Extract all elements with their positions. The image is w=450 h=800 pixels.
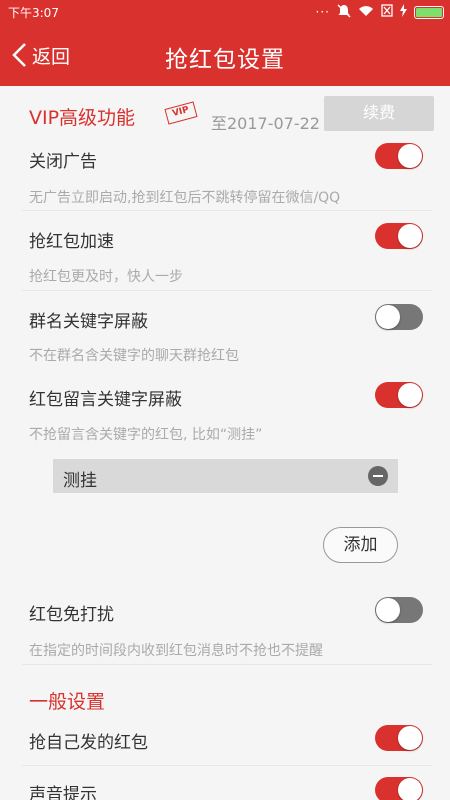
group-keyword-toggle[interactable] <box>375 304 423 330</box>
setting-close-ads-desc: 无广告立即启动,抢到红包后不跳转停留在微信/QQ <box>29 190 341 206</box>
toggle-knob <box>376 305 400 329</box>
setting-dnd-desc: 在指定的时间段内收到红包消息时不抢也不提醒 <box>29 643 323 659</box>
general-section-title: 一般设置 <box>29 691 106 713</box>
page-title: 抢红包设置 <box>165 47 285 73</box>
add-keyword-button[interactable]: 添加 <box>323 527 398 563</box>
status-time: 下午3:07 <box>8 6 59 20</box>
divider <box>22 290 432 291</box>
setting-group-keyword-label: 群名关键字屏蔽 <box>29 312 148 332</box>
mute-icon <box>337 3 351 21</box>
charging-icon <box>400 4 407 20</box>
vip-expire-date: 至2017-07-22 <box>211 114 320 133</box>
app-bar: 返回 抢红包设置 <box>0 24 450 86</box>
vip-section-title: VIP高级功能 <box>29 107 136 129</box>
message-keyword-toggle[interactable] <box>375 382 423 408</box>
setting-message-keyword-label: 红包留言关键字屏蔽 <box>29 390 182 410</box>
setting-speedup-label: 抢红包加速 <box>29 232 114 252</box>
status-bar: 下午3:07 ··· <box>0 0 450 24</box>
toggle-knob <box>398 383 422 407</box>
setting-message-keyword-desc: 不抢留言含关键字的红包, 比如“测挂” <box>29 427 263 443</box>
setting-grab-own-label: 抢自己发的红包 <box>29 733 148 753</box>
dnd-toggle[interactable] <box>375 597 423 623</box>
close-ads-toggle[interactable] <box>375 143 423 169</box>
grab-own-toggle[interactable] <box>375 725 423 751</box>
toggle-knob <box>398 224 422 248</box>
toggle-knob <box>398 144 422 168</box>
divider <box>22 765 432 766</box>
remove-keyword-icon[interactable] <box>368 466 388 486</box>
toggle-knob <box>376 598 400 622</box>
speedup-toggle[interactable] <box>375 223 423 249</box>
setting-dnd-label: 红包免打扰 <box>29 605 114 625</box>
renew-button[interactable]: 续费 <box>324 96 434 131</box>
divider <box>22 210 432 211</box>
toggle-knob <box>398 778 422 800</box>
wifi-icon <box>358 5 374 20</box>
setting-group-keyword-desc: 不在群名含关键字的聊天群抢红包 <box>29 348 239 364</box>
divider <box>22 664 432 665</box>
status-icons: ··· <box>316 3 444 21</box>
setting-speedup-desc: 抢红包更及时，快人一步 <box>29 269 183 285</box>
battery-icon <box>414 5 444 19</box>
sound-toggle[interactable] <box>375 777 423 800</box>
setting-sound-label: 声音提示 <box>29 785 97 800</box>
toggle-knob <box>398 726 422 750</box>
setting-close-ads-label: 关闭广告 <box>29 152 97 172</box>
more-dots-icon: ··· <box>315 5 330 19</box>
keyword-item: 测挂 <box>53 459 398 493</box>
sim-icon <box>381 4 393 20</box>
keyword-text: 测挂 <box>63 471 97 491</box>
